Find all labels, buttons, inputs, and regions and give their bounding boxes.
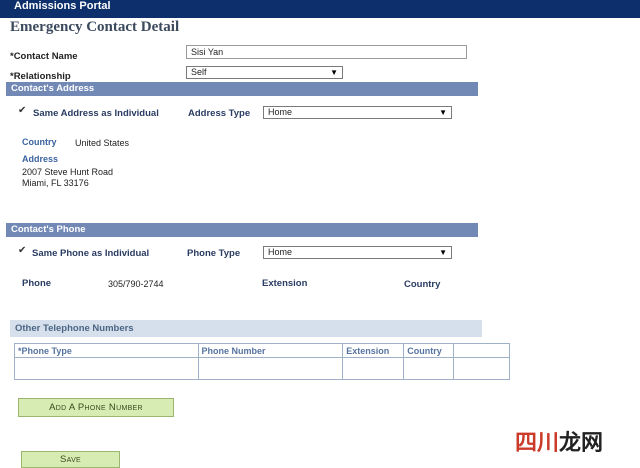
grid-header-row: *Phone Type Phone Number Extension Count… — [14, 343, 510, 358]
phone-country-label: Country — [404, 279, 441, 290]
watermark-text-red: 四川 — [515, 431, 560, 456]
page-title: Emergency Contact Detail — [10, 19, 180, 35]
column-header-phone-type: *Phone Type — [14, 343, 199, 358]
phone-type-label: Phone Type — [187, 248, 241, 259]
phone-section-header: Contact's Phone — [6, 223, 478, 237]
extension-label: Extension — [262, 278, 308, 289]
column-header-country: Country — [403, 343, 455, 358]
cell-country[interactable] — [403, 357, 455, 380]
checkmark-icon: ✔ — [18, 105, 27, 116]
cell-extension[interactable] — [342, 357, 405, 380]
chevron-down-icon: ▼ — [439, 108, 447, 117]
column-header-actions — [453, 343, 510, 358]
same-address-label: Same Address as Individual — [33, 108, 159, 119]
contact-name-input[interactable] — [186, 45, 467, 59]
cell-phone-type[interactable] — [14, 357, 199, 380]
country-value: United States — [75, 138, 130, 148]
save-button[interactable]: Save — [21, 451, 120, 468]
address-section-header: Contact's Address — [6, 82, 478, 96]
same-phone-checkbox[interactable]: ✔ — [18, 246, 28, 256]
checkmark-icon: ✔ — [18, 245, 27, 256]
watermark-text-dark: 龙网 — [559, 431, 604, 456]
country-label: Country — [22, 137, 57, 147]
chevron-down-icon: ▼ — [330, 68, 338, 77]
portal-title: Admissions Portal — [14, 0, 111, 12]
other-numbers-grid: *Phone Type Phone Number Extension Count… — [14, 343, 510, 380]
address-type-label: Address Type — [188, 108, 251, 119]
relationship-value: Self — [191, 67, 207, 77]
chevron-down-icon: ▼ — [439, 248, 447, 257]
column-header-extension: Extension — [342, 343, 405, 358]
phone-type-select[interactable]: Home ▼ — [263, 246, 452, 259]
address-type-select[interactable]: Home ▼ — [263, 106, 452, 119]
site-watermark-logo: 四川龙网 — [515, 425, 603, 457]
contact-name-label: *Contact Name — [10, 51, 78, 62]
same-address-checkbox[interactable]: ✔ — [18, 106, 28, 116]
relationship-label: *Relationship — [10, 71, 71, 82]
other-numbers-header: Other Telephone Numbers — [10, 320, 482, 337]
phone-label: Phone — [22, 278, 52, 289]
address-line-2: Miami, FL 33176 — [22, 178, 89, 188]
cell-actions — [453, 357, 510, 380]
address-type-value: Home — [268, 107, 293, 117]
address-line-1: 2007 Steve Hunt Road — [22, 167, 114, 177]
phone-value: 305/790-2744 — [108, 279, 164, 289]
portal-header: Admissions Portal — [0, 0, 640, 18]
cell-phone-number[interactable] — [197, 357, 344, 380]
phone-type-value: Home — [268, 247, 293, 257]
column-header-phone-number: Phone Number — [197, 343, 344, 358]
add-phone-number-button[interactable]: Add A Phone Number — [18, 398, 174, 417]
relationship-select[interactable]: Self ▼ — [186, 66, 343, 79]
same-phone-label: Same Phone as Individual — [32, 248, 150, 259]
table-row — [14, 357, 510, 380]
address-label: Address — [22, 154, 59, 164]
